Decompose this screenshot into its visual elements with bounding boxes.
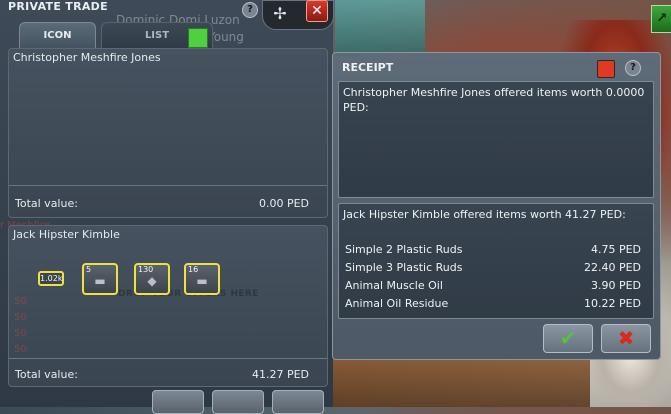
receipt-item-row: Animal Oil Residue 10.22 PED xyxy=(345,297,641,313)
item-price: 3.90 PED xyxy=(590,279,641,292)
divider xyxy=(9,185,327,186)
background-structure xyxy=(335,0,425,60)
trade-accept-button[interactable] xyxy=(152,390,204,414)
plastic-ruds-icon: ▬ xyxy=(196,274,208,288)
item-name: Simple 2 Plastic Ruds xyxy=(345,243,463,256)
receipt-item-row: Simple 2 Plastic Ruds 4.75 PED xyxy=(345,243,641,259)
self-offer-text: Jack Hipster Kimble offered items worth … xyxy=(343,208,626,221)
total-value: 41.27 PED xyxy=(251,368,309,381)
receipt-title: RECEIPT xyxy=(342,61,394,74)
item-quantity: 1.02k xyxy=(40,274,63,283)
help-button[interactable]: ? xyxy=(242,2,258,18)
partner-name: Christopher Meshfire Jones xyxy=(13,51,161,64)
total-label: Total value: xyxy=(15,368,78,381)
item-slot[interactable]: 1.02k xyxy=(38,271,64,286)
receipt-close-button[interactable] xyxy=(597,60,615,78)
self-name: Jack Hipster Kimble xyxy=(13,228,120,241)
oil-icon: ◆ xyxy=(147,274,157,288)
item-price: 10.22 PED xyxy=(583,297,641,310)
background-floor xyxy=(330,355,590,407)
background-chat-ghost: 50 xyxy=(14,296,27,307)
item-price: 4.75 PED xyxy=(590,243,641,256)
window-title: PRIVATE TRADE xyxy=(8,0,108,13)
item-name: Simple 3 Plastic Ruds xyxy=(345,261,463,274)
partner-name-ghost-2: Young xyxy=(208,30,244,44)
item-slot[interactable]: 5 ▬ xyxy=(82,263,118,295)
item-quantity: 5 xyxy=(86,265,92,274)
trade-cancel-button[interactable] xyxy=(272,390,324,414)
partner-offer-text: Christopher Meshfire Jones offered items… xyxy=(343,86,645,114)
compass-icon: ✢ xyxy=(273,4,287,23)
accept-button[interactable]: ✔ xyxy=(543,324,593,353)
divider xyxy=(9,358,327,359)
item-name: Animal Muscle Oil xyxy=(345,279,443,292)
partner-offer-box: Christopher Meshfire Jones offered items… xyxy=(338,81,654,198)
total-label: Total value: xyxy=(15,197,78,210)
tab-icon[interactable]: ICON xyxy=(19,22,96,49)
checkmark-icon: ✔ xyxy=(559,326,577,350)
self-offer-panel[interactable]: Jack Hipster Kimble Total value: 41.27 P… xyxy=(8,225,328,387)
receipt-item-row: Animal Muscle Oil 3.90 PED xyxy=(345,279,641,295)
private-trade-window: PRIVATE TRADE ? Dominic Domi Luzon Young… xyxy=(0,0,334,414)
decline-button[interactable]: ✖ xyxy=(601,324,651,353)
trade-clear-button[interactable] xyxy=(212,390,264,414)
corner-hud-button[interactable]: ↗ xyxy=(651,5,671,33)
plastic-ruds-icon: ▬ xyxy=(94,274,106,288)
close-button[interactable]: ✕ xyxy=(306,0,328,22)
background-chat-ghost: 50 xyxy=(14,328,27,339)
item-quantity: 16 xyxy=(188,265,199,274)
item-price: 22.40 PED xyxy=(583,261,641,274)
receipt-window: RECEIPT ? Christopher Meshfire Jones off… xyxy=(332,52,661,360)
item-slot[interactable]: 16 ▬ xyxy=(184,263,220,295)
receipt-item-row: Simple 3 Plastic Ruds 22.40 PED xyxy=(345,261,641,277)
partner-offer-panel[interactable]: Christopher Meshfire Jones Total value: … xyxy=(8,48,328,218)
item-slot[interactable]: 130 ◆ xyxy=(134,263,170,295)
background-chat-ghost: 50 xyxy=(14,344,27,355)
background-chat-ghost: 50 xyxy=(14,312,27,323)
item-quantity: 130 xyxy=(138,265,154,274)
ready-indicator xyxy=(188,28,208,48)
help-button[interactable]: ? xyxy=(625,60,641,76)
item-name: Animal Oil Residue xyxy=(345,297,449,310)
total-value: 0.00 PED xyxy=(258,197,309,210)
x-icon: ✖ xyxy=(617,326,635,350)
self-offer-box: Jack Hipster Kimble offered items worth … xyxy=(338,203,654,319)
